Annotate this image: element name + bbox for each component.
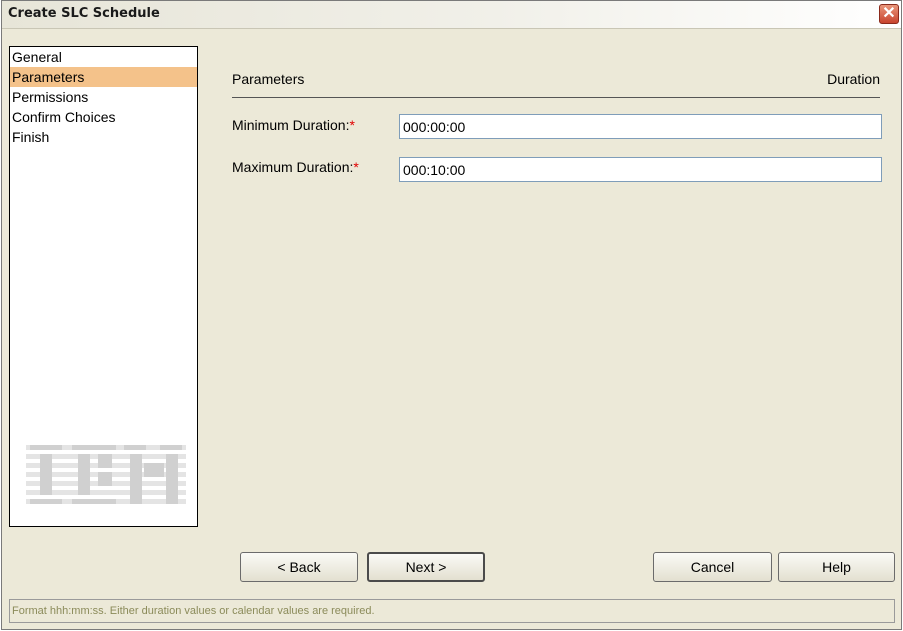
required-marker: * xyxy=(349,117,355,133)
nav-item-confirm-choices[interactable]: Confirm Choices xyxy=(10,107,197,127)
window-title: Create SLC Schedule xyxy=(8,6,160,21)
min-duration-input[interactable] xyxy=(399,114,882,139)
nav-item-general[interactable]: General xyxy=(10,47,197,67)
section-header: Parameters Duration xyxy=(232,71,880,98)
min-duration-label-text: Minimum Duration: xyxy=(232,117,350,133)
section-title: Parameters xyxy=(232,71,305,87)
required-marker: * xyxy=(353,159,359,175)
max-duration-label-text: Maximum Duration: xyxy=(232,159,354,175)
create-slc-schedule-dialog: Create SLC Schedule ✕ General Parameters… xyxy=(1,0,902,630)
min-duration-label: Minimum Duration:* xyxy=(232,117,355,133)
next-button[interactable]: Next > xyxy=(367,552,485,582)
section-duration-label: Duration xyxy=(827,71,880,87)
wizard-nav-panel: General Parameters Permissions Confirm C… xyxy=(9,46,198,527)
title-bar[interactable]: Create SLC Schedule ✕ xyxy=(2,1,901,29)
nav-item-permissions[interactable]: Permissions xyxy=(10,87,197,107)
nav-item-parameters[interactable]: Parameters xyxy=(10,67,197,87)
nav-item-finish[interactable]: Finish xyxy=(10,127,197,147)
close-icon[interactable]: ✕ xyxy=(879,4,899,24)
status-bar: Format hhh:mm:ss. Either duration values… xyxy=(9,599,895,623)
help-button[interactable]: Help xyxy=(778,552,895,582)
max-duration-input[interactable] xyxy=(399,157,882,182)
back-button[interactable]: < Back xyxy=(240,552,358,582)
max-duration-label: Maximum Duration:* xyxy=(232,159,359,175)
ibm-logo xyxy=(26,445,186,504)
cancel-button[interactable]: Cancel xyxy=(653,552,772,582)
